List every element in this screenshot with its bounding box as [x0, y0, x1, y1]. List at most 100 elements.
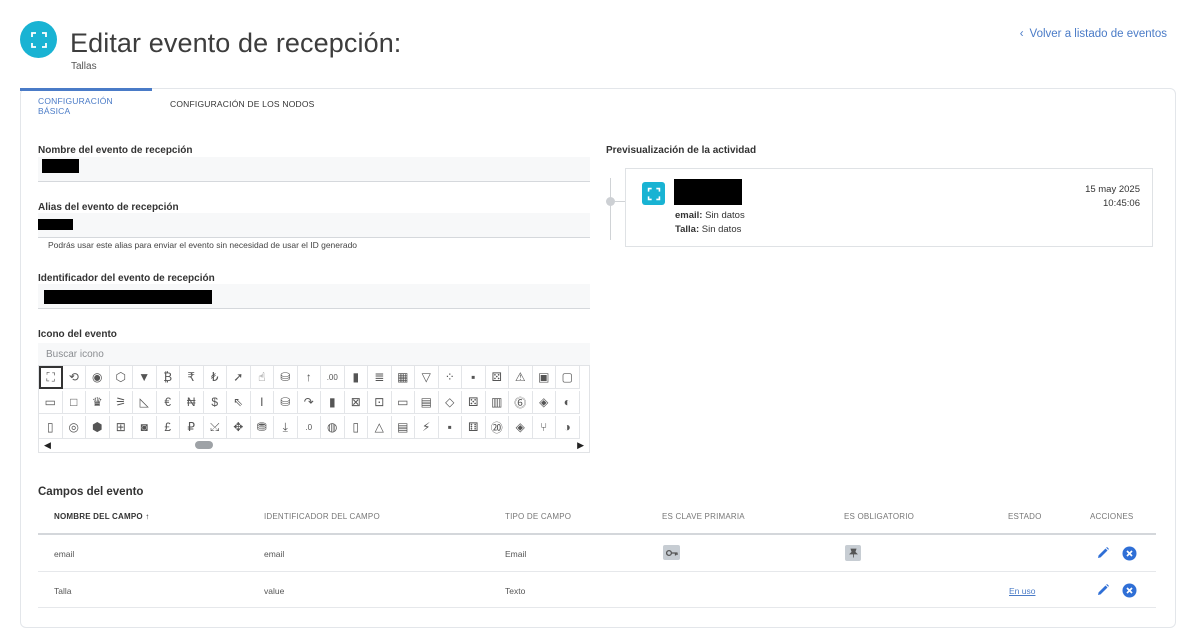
icon-option[interactable]: ⛃ [250, 416, 274, 439]
delete-field-button[interactable] [1121, 582, 1137, 598]
icon-option[interactable]: ₹ [180, 366, 204, 389]
back-to-events-link[interactable]: ‹ Volver a listado de eventos [1020, 28, 1167, 40]
back-link-label: Volver a listado de eventos [1029, 28, 1167, 40]
icon-option[interactable]: ◇ [438, 391, 462, 414]
icon-option[interactable]: ✥ [227, 416, 251, 439]
icon-option[interactable]: ≣ [368, 366, 392, 389]
status-in-use-link[interactable]: En uso [1009, 586, 1035, 596]
icon-option[interactable]: ⊡ [368, 391, 392, 414]
expand-corners-icon [647, 187, 660, 200]
icon-option[interactable]: ↷ [297, 391, 321, 414]
icon-option[interactable]: ▮ [321, 391, 345, 414]
icon-option[interactable]: ⊞ [109, 416, 133, 439]
page-subtitle: Tallas [71, 61, 97, 72]
scroll-thumb[interactable] [195, 441, 213, 449]
icon-option[interactable]: ⁘ [438, 366, 462, 389]
edit-field-button[interactable] [1095, 545, 1111, 561]
icon-option[interactable]: ⬡ [109, 366, 133, 389]
icon-option[interactable]: £ [156, 416, 180, 439]
tab-nodes-config[interactable]: CONFIGURACIÓN DE LOS NODOS [152, 88, 333, 120]
column-header-name-label: NOMBRE DEL CAMPO [54, 512, 143, 521]
icon-option[interactable]: ▪ [438, 416, 462, 439]
event-alias-input[interactable] [38, 213, 590, 238]
icon-option[interactable]: ◐ [556, 391, 580, 414]
icon-option[interactable]: € [156, 391, 180, 414]
icon-option[interactable]: ◎ [62, 416, 86, 439]
icon-option[interactable]: ▪ [462, 366, 486, 389]
icon-option[interactable]: ▤ [391, 416, 415, 439]
icon-option[interactable]: ▤ [415, 391, 439, 414]
icon-search-input[interactable] [38, 343, 590, 365]
icon-option[interactable]: .0 [297, 416, 321, 439]
icon-option[interactable]: ▭ [39, 391, 63, 414]
icon-option[interactable]: ◑ [556, 416, 580, 439]
icon-option[interactable]: ⊠ [344, 391, 368, 414]
icon-option[interactable]: ♛ [86, 391, 110, 414]
column-header-status[interactable]: ESTADO [1008, 512, 1042, 521]
icon-option[interactable]: ₺ [203, 366, 227, 389]
icon-option[interactable]: ▢ [556, 366, 580, 389]
selected-icon-option[interactable]: ⛶ [39, 366, 63, 389]
delete-field-button[interactable] [1121, 545, 1137, 561]
icon-option[interactable]: ⓺ [509, 391, 533, 414]
icon-option[interactable]: ▦ [391, 366, 415, 389]
icon-option[interactable]: ▥ [485, 391, 509, 414]
event-id-input[interactable] [38, 284, 590, 309]
icon-option[interactable]: ▯ [39, 416, 63, 439]
icon-option[interactable]: .00 [321, 366, 345, 389]
icon-option[interactable]: ▣ [532, 366, 556, 389]
icon-option[interactable]: ◺ [133, 391, 157, 414]
row-email-type: Email [505, 549, 527, 559]
icon-option[interactable]: ₽ [180, 416, 204, 439]
column-header-id[interactable]: IDENTIFICADOR DEL CAMPO [264, 512, 380, 521]
column-header-type[interactable]: TIPO DE CAMPO [505, 512, 571, 521]
icon-option[interactable]: ⑳ [485, 416, 509, 439]
icon-option[interactable]: ⚄ [485, 366, 509, 389]
icon-option[interactable]: ▼ [133, 366, 157, 389]
icon-option[interactable]: I [250, 391, 274, 414]
column-header-primary[interactable]: ES CLAVE PRIMARIA [662, 512, 745, 521]
icon-option[interactable]: △ [368, 416, 392, 439]
icon-option[interactable]: ⟲ [62, 366, 86, 389]
icon-grid-scrollbar[interactable]: ◀ ▶ [38, 438, 590, 452]
scroll-left-arrow[interactable]: ◀ [44, 440, 51, 451]
icon-option[interactable]: ▮ [344, 366, 368, 389]
icon-option[interactable]: ⛁ [274, 391, 298, 414]
icon-option[interactable]: ▯ [344, 416, 368, 439]
icon-option[interactable]: ⇖ [227, 391, 251, 414]
column-header-name[interactable]: NOMBRE DEL CAMPO ↑ [54, 512, 149, 521]
edit-field-button[interactable] [1095, 582, 1111, 598]
icon-option[interactable]: ◙ [133, 416, 157, 439]
tab-basic-config[interactable]: CONFIGURACIÓN BÁSICA [20, 88, 152, 120]
scroll-right-arrow[interactable]: ▶ [577, 440, 584, 451]
icon-option[interactable]: ⤩ [203, 416, 227, 439]
icon-option[interactable]: ◈ [509, 416, 533, 439]
icon-option[interactable]: $ [203, 391, 227, 414]
icon-option[interactable]: ▭ [391, 391, 415, 414]
icon-option[interactable]: ◉ [86, 366, 110, 389]
icon-option[interactable]: ⚡ [415, 416, 439, 439]
event-name-input[interactable] [38, 157, 590, 182]
icon-option[interactable]: ➚ [227, 366, 251, 389]
icon-option[interactable]: ⚠ [509, 366, 533, 389]
icon-option[interactable]: ⑂ [532, 416, 556, 439]
alias-help-text: Podrás usar este alias para enviar el ev… [48, 240, 358, 250]
icon-option[interactable]: ⚅ [462, 416, 486, 439]
icon-option[interactable]: ⛁ [274, 366, 298, 389]
icon-option[interactable]: ⬢ [86, 416, 110, 439]
icon-option[interactable]: □ [62, 391, 86, 414]
icon-option[interactable]: ⚄ [462, 391, 486, 414]
expand-corners-icon [30, 31, 47, 48]
icon-option[interactable]: ⤓ [274, 416, 298, 439]
column-header-required[interactable]: ES OBLIGATORIO [844, 512, 914, 521]
icon-option[interactable]: ◍ [321, 416, 345, 439]
icon-option[interactable]: ◈ [532, 391, 556, 414]
row-talla-name: Talla [54, 586, 72, 596]
icon-option[interactable]: ▽ [415, 366, 439, 389]
icon-option[interactable]: ₿ [156, 366, 180, 389]
icon-option[interactable]: ⚞ [109, 391, 133, 414]
table-row-divider [38, 607, 1156, 608]
icon-option[interactable]: ☝ [250, 366, 274, 389]
icon-option[interactable]: ↑ [297, 366, 321, 389]
icon-option[interactable]: ₦ [180, 391, 204, 414]
